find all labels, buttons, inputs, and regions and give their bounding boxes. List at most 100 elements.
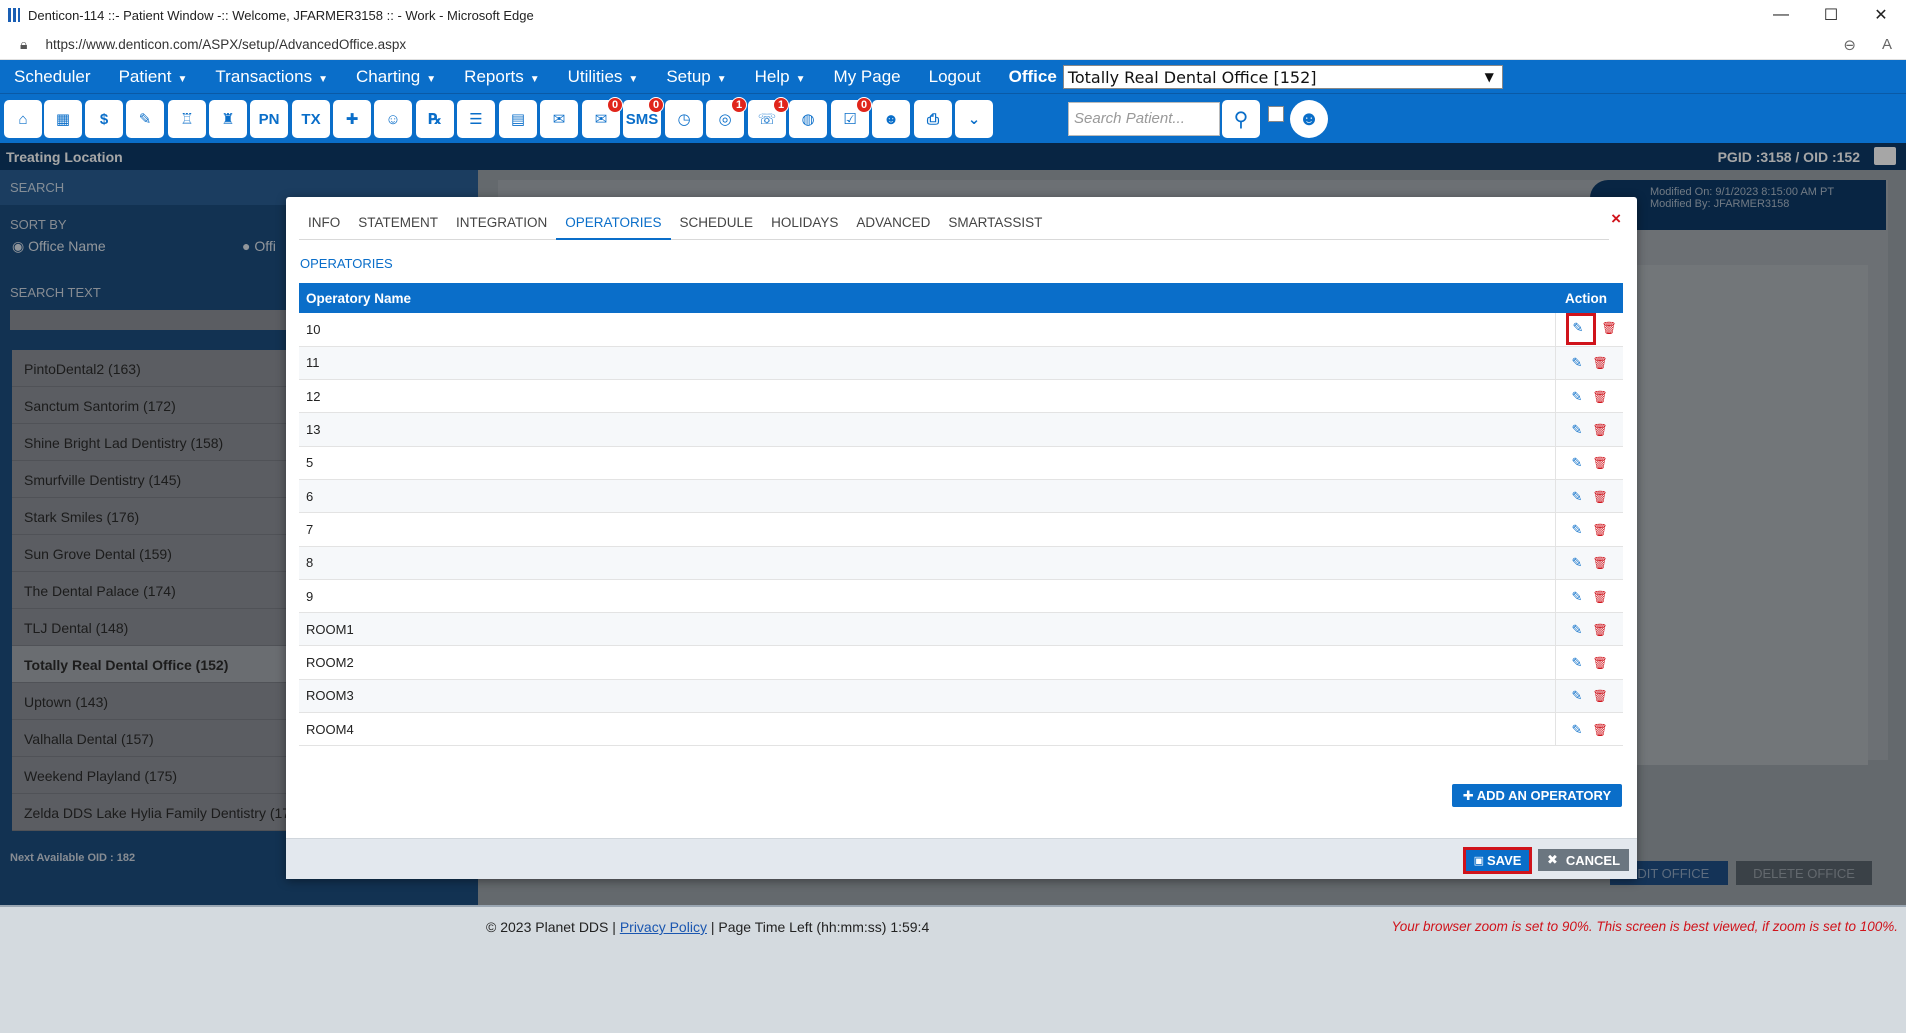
sms-icon[interactable]: SMS 0 (623, 97, 664, 138)
notes-icon[interactable]: ✎ (126, 100, 164, 138)
cancel-button[interactable]: ✖ CANCEL (1538, 849, 1629, 871)
menu-charting[interactable]: Charting ▼ (342, 67, 450, 87)
office-label: Office (1008, 66, 1057, 86)
tab-smartassist[interactable]: SMARTASSIST (939, 197, 1051, 240)
window-title: Denticon-114 ::- Patient Window -:: Welc… (28, 7, 534, 23)
menu-transactions[interactable]: Transactions ▼ (201, 67, 342, 87)
pencil-icon: ✎ (1571, 355, 1583, 371)
edit-operatory-button[interactable]: ✎ (1571, 588, 1587, 605)
trash-icon[interactable]: 🗑︎ (1593, 690, 1608, 702)
menu-setup[interactable]: Setup ▼ (652, 67, 740, 87)
trash-icon[interactable]: 🗑︎ (1593, 624, 1608, 636)
menu-logout[interactable]: Logout (915, 67, 995, 87)
menu-reports[interactable]: Reports ▼ (450, 67, 553, 87)
menu-utilities[interactable]: Utilities ▼ (554, 67, 653, 87)
trash-icon[interactable]: 🗑︎ (1593, 357, 1608, 369)
pencil-icon: ✎ (1571, 688, 1583, 704)
trash-icon[interactable]: 🗑︎ (1593, 457, 1608, 469)
address-bar[interactable]: 🔒︎ https://www.denticon.com/ASPX/setup/A… (0, 30, 1906, 60)
add-operatory-button[interactable]: ✚ ADD AN OPERATORY (1452, 784, 1622, 807)
globe-icon[interactable]: ◍ (789, 100, 827, 138)
menu-help[interactable]: Help ▼ (741, 67, 820, 87)
tab-schedule[interactable]: SCHEDULE (671, 197, 763, 240)
treatment-icon[interactable]: TX (292, 100, 330, 138)
close-modal-icon[interactable]: × (1611, 209, 1621, 229)
trash-icon[interactable]: 🗑︎ (1593, 557, 1608, 569)
edit-operatory-button[interactable]: ✎ (1571, 421, 1587, 438)
tab-operatories[interactable]: OPERATORIES (556, 197, 671, 240)
edit-operatory-button[interactable]: ✎ (1571, 388, 1587, 405)
privacy-policy-link[interactable]: Privacy Policy (620, 919, 707, 935)
group-search-icon[interactable]: ☻ (1290, 100, 1328, 138)
printer-icon[interactable]: ⎙ (914, 100, 952, 138)
calendar-icon[interactable]: ▦ (44, 100, 82, 138)
action-cell: ✎ 🗑︎ (1554, 446, 1623, 480)
trash-icon[interactable]: 🗑︎ (1593, 657, 1608, 669)
teeth-chart-icon[interactable]: ♜ (209, 100, 247, 138)
action-cell: ✎ 🗑︎ (1554, 679, 1623, 714)
notification-badge: 1 (731, 97, 747, 113)
save-button[interactable]: ▣ SAVE (1463, 847, 1532, 874)
clock-icon[interactable]: ◷ (665, 100, 703, 138)
edit-operatory-button[interactable]: ✎ (1565, 313, 1596, 346)
trash-icon[interactable]: 🗑︎ (1593, 524, 1608, 536)
menu-patient[interactable]: Patient ▼ (105, 67, 202, 87)
prescription-icon[interactable]: ℞ (416, 100, 454, 138)
messages-icon[interactable]: ✉ 0 (582, 97, 623, 138)
mail-icon[interactable]: ✉ (540, 100, 578, 138)
maximize-button[interactable]: ☐ (1806, 0, 1856, 30)
tab-integration[interactable]: INTEGRATION (447, 197, 556, 240)
document-icon[interactable]: ☰ (457, 100, 495, 138)
trash-icon[interactable]: 🗑︎ (1593, 591, 1608, 603)
billing-icon[interactable]: $ (85, 100, 123, 138)
edit-operatory-button[interactable]: ✎ (1571, 488, 1587, 505)
web-alerts-icon[interactable]: ◎ 1 (706, 97, 747, 138)
edit-operatory-button[interactable]: ✎ (1571, 654, 1587, 671)
pencil-icon: ✎ (1571, 555, 1583, 571)
tooth-icon[interactable]: ♖ (168, 100, 206, 138)
recall-icon[interactable]: ☏ 1 (748, 97, 789, 138)
tab-advanced[interactable]: ADVANCED (847, 197, 939, 240)
search-patient-icon[interactable]: ⚲ (1222, 100, 1260, 138)
trash-icon[interactable]: 🗑︎ (1593, 391, 1608, 403)
tab-info[interactable]: INFO (299, 197, 349, 240)
close-window-button[interactable]: ✕ (1856, 0, 1906, 30)
menu-scheduler[interactable]: Scheduler (0, 67, 105, 87)
search-patient-input[interactable]: Search Patient... (1068, 102, 1220, 136)
cancel-icon: ✖ (1546, 852, 1558, 867)
progress-notes-icon[interactable]: PN (250, 100, 288, 138)
trash-icon[interactable]: 🗑︎ (1593, 724, 1608, 736)
edit-operatory-button[interactable]: ✎ (1571, 621, 1587, 638)
edit-operatory-button[interactable]: ✎ (1571, 521, 1587, 538)
notification-badge: 0 (648, 97, 664, 113)
add-patient-icon[interactable]: ✚ (333, 100, 371, 138)
trash-icon[interactable]: 🗑︎ (1593, 491, 1608, 503)
edit-operatory-button[interactable]: ✎ (1571, 554, 1587, 571)
trash-icon[interactable]: 🗑︎ (1593, 424, 1608, 436)
table-row: 13 ✎ 🗑︎ (299, 412, 1623, 447)
family-icon[interactable]: ☺ (374, 100, 412, 138)
forms-icon[interactable]: ☑ 0 (831, 97, 872, 138)
edit-operatory-button[interactable]: ✎ (1571, 454, 1587, 471)
minimize-button[interactable]: — (1756, 0, 1806, 30)
url-text[interactable]: https://www.denticon.com/ASPX/setup/Adva… (45, 37, 406, 52)
users-icon[interactable]: ☻ (872, 100, 910, 138)
zoom-icon[interactable]: ⊖ (1843, 36, 1856, 54)
tab-statement[interactable]: STATEMENT (349, 197, 447, 240)
edit-operatory-button[interactable]: ✎ (1571, 721, 1587, 738)
page-footer: © 2023 Planet DDS | Privacy Policy | Pag… (0, 905, 1906, 1033)
collapse-icon[interactable]: ⌄ (955, 100, 993, 138)
tab-holidays[interactable]: HOLIDAYS (762, 197, 847, 240)
scan-icon[interactable]: ▤ (499, 100, 537, 138)
chevron-down-icon: ▼ (426, 73, 437, 85)
home-icon[interactable]: ⌂ (4, 100, 42, 138)
edit-operatory-button[interactable]: ✎ (1571, 354, 1587, 371)
operatories-table: Operatory Name Action 10 ✎ 🗑︎ 11 ✎ 🗑︎ 12 ✎ 🗑︎ 13 ✎… (299, 283, 1623, 747)
edit-operatory-button[interactable]: ✎ (1571, 687, 1587, 704)
menu-my-page[interactable]: My Page (820, 67, 915, 87)
office-select[interactable]: Totally Real Dental Office [152] ▼ (1062, 64, 1503, 89)
action-header: Action (1555, 283, 1623, 313)
search-checkbox[interactable] (1268, 106, 1284, 122)
read-aloud-icon[interactable]: A (1882, 36, 1892, 54)
trash-icon[interactable]: 🗑︎ (1602, 322, 1617, 334)
